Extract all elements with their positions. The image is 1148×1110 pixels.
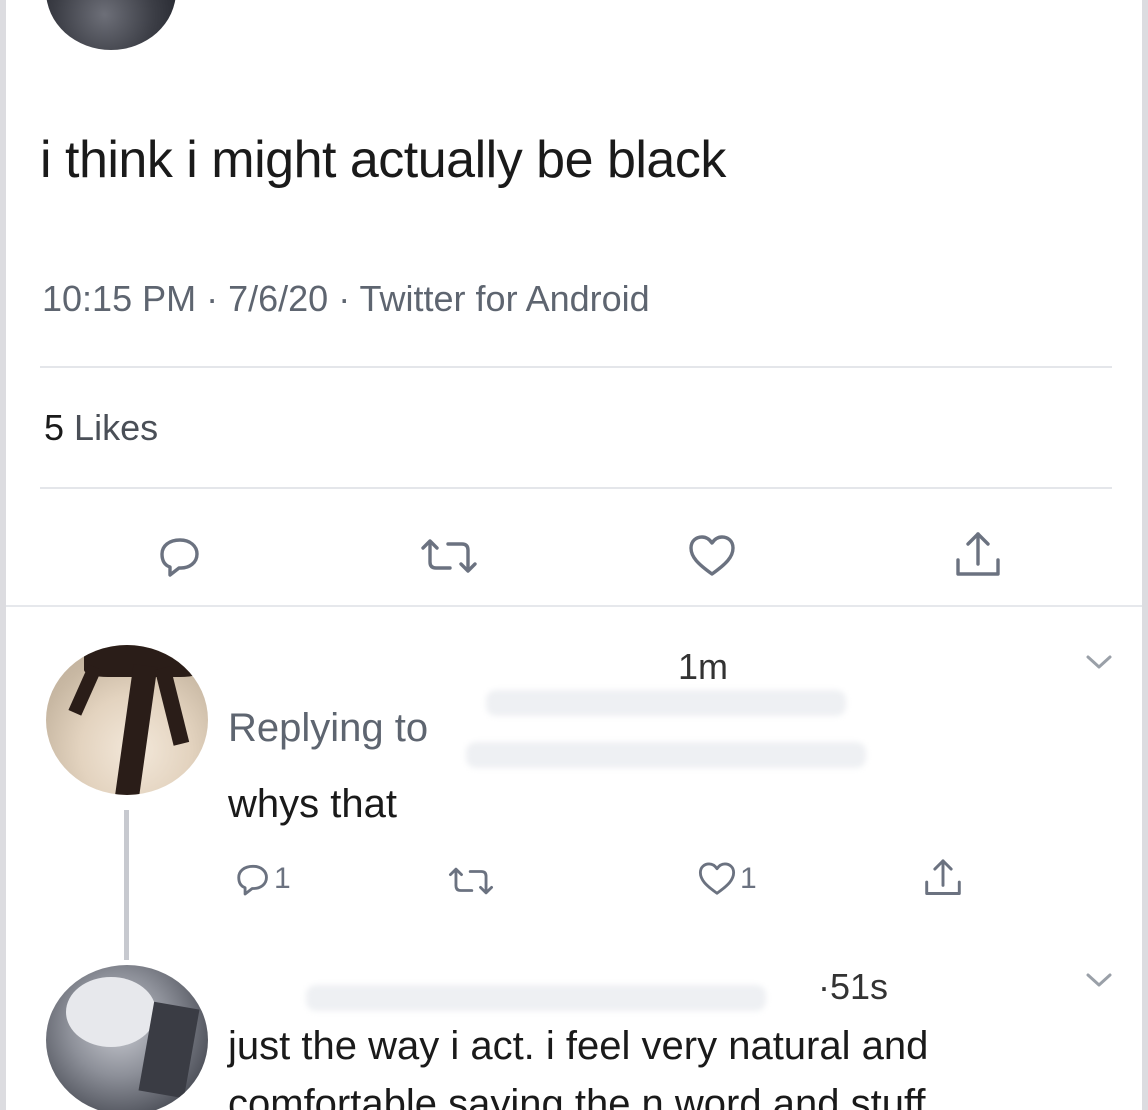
meta-separator: ·	[196, 278, 229, 319]
meta-separator: ·	[328, 278, 360, 319]
tweet-time: 10:15 PM	[42, 278, 197, 319]
retweet-icon	[448, 867, 494, 895]
tweet-meta: 10:15 PM · 7/6/20 · Twitter for Android	[42, 278, 650, 320]
reply-count: 1	[274, 862, 291, 895]
tweet-source[interactable]: Twitter for Android	[360, 278, 650, 319]
redacted-username	[306, 985, 766, 1011]
avatar-hair	[114, 663, 158, 795]
like-count: 1	[740, 862, 757, 895]
chevron-down-icon[interactable]	[1084, 970, 1114, 990]
reply-icon	[237, 864, 268, 896]
chevron-down-icon[interactable]	[1084, 652, 1114, 672]
tweet-card: i think i might actually be black 10:15 …	[6, 0, 1142, 1110]
retweet-button[interactable]	[446, 862, 496, 900]
divider	[40, 487, 1112, 489]
author-avatar[interactable]	[46, 0, 176, 50]
reply-text-line2: comfortable saying the n word and stuff	[228, 1082, 926, 1110]
divider	[6, 605, 1142, 607]
share-button[interactable]	[950, 528, 1006, 582]
thread-line	[124, 810, 129, 960]
share-icon	[956, 532, 1000, 576]
likes-number: 5	[44, 407, 65, 448]
redacted-handle	[466, 742, 866, 768]
reply-timestamp: ·51s	[818, 966, 889, 1007]
like-button[interactable]: 1	[696, 860, 757, 898]
retweet-icon	[421, 539, 477, 573]
reply-timestamp: 1m	[678, 646, 729, 687]
share-button[interactable]	[920, 856, 966, 900]
reply-button[interactable]: 1	[234, 860, 291, 898]
avatar-hair	[68, 664, 102, 716]
retweet-button[interactable]	[418, 532, 480, 580]
heart-icon	[698, 862, 736, 895]
share-icon	[925, 859, 961, 895]
tweet-date: 7/6/20	[228, 278, 329, 319]
reply-avatar[interactable]	[46, 965, 208, 1110]
replying-to-label: Replying to	[228, 706, 429, 750]
reply-icon	[160, 538, 199, 577]
avatar-hair	[154, 666, 190, 746]
avatar-hair	[66, 977, 156, 1047]
reply-button[interactable]	[156, 532, 204, 580]
reply-avatar[interactable]	[46, 645, 208, 795]
like-button[interactable]	[686, 532, 738, 580]
likes-label: Likes	[74, 407, 159, 448]
divider	[40, 366, 1112, 368]
reply-text: just the way i act. i feel very natural …	[228, 1024, 929, 1068]
likes-count[interactable]: 5 Likes	[44, 407, 158, 449]
tweet-text: i think i might actually be black	[40, 131, 726, 189]
reply-text: whys that	[228, 782, 397, 826]
heart-icon	[689, 535, 735, 576]
redacted-username	[486, 690, 846, 716]
